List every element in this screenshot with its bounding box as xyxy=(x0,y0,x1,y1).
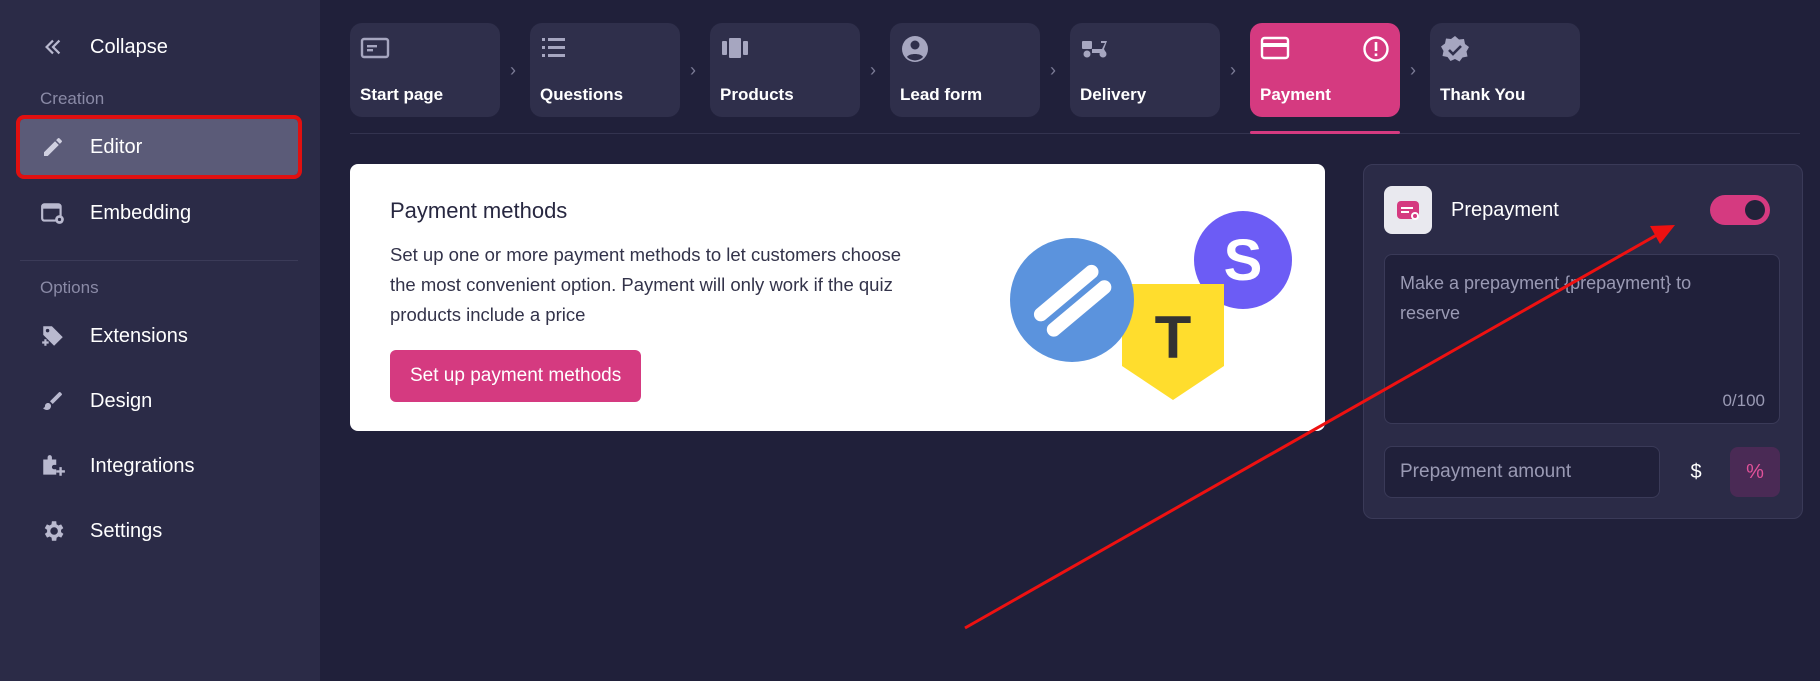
collapse-label: Collapse xyxy=(90,35,168,58)
section-options-heading: Options xyxy=(40,278,99,297)
pencil-icon xyxy=(38,132,68,162)
prepayment-message-text: Make a prepayment {prepayment} to reserv… xyxy=(1400,273,1692,323)
step-tab-questions[interactable]: Questions xyxy=(530,23,680,117)
verified-badge-icon xyxy=(1440,35,1470,63)
chevron-right-icon: › xyxy=(690,60,696,80)
chevron-right-icon: › xyxy=(1410,60,1416,80)
chevron-right-icon: › xyxy=(870,60,876,80)
sidebar-item-embedding[interactable]: Embedding xyxy=(20,185,298,241)
payment-methods-card: Payment methods Set up one or more payme… xyxy=(350,164,1325,431)
step-tab-products[interactable]: Products xyxy=(710,23,860,117)
step-label: Payment xyxy=(1260,85,1331,104)
collapse-button[interactable]: Collapse xyxy=(20,19,298,75)
prepayment-title: Prepayment xyxy=(1451,199,1559,221)
prepayment-amount-input[interactable]: Prepayment amount xyxy=(1384,446,1660,498)
brush-icon xyxy=(38,386,68,416)
sidebar-item-label: Design xyxy=(90,389,153,412)
sidebar-item-label: Editor xyxy=(90,135,143,158)
sidebar-item-label: Embedding xyxy=(90,201,192,224)
sidebar-item-label: Settings xyxy=(90,519,163,542)
sidebar-item-extensions[interactable]: Extensions xyxy=(20,308,298,364)
user-circle-icon xyxy=(900,35,930,63)
payment-methods-description: Set up one or more payment methods to le… xyxy=(390,244,902,325)
products-icon xyxy=(720,35,750,63)
sidebar-item-editor[interactable]: Editor xyxy=(16,115,302,179)
prepayment-app-icon xyxy=(1384,186,1432,234)
section-creation-heading: Creation xyxy=(40,89,105,108)
chevron-right-icon: › xyxy=(1230,60,1236,80)
currency-dollar-button[interactable]: $ xyxy=(1671,447,1721,497)
integration-plus-icon xyxy=(38,451,68,481)
step-tab-lead-form[interactable]: Lead form xyxy=(890,23,1040,117)
character-counter: 0/100 xyxy=(1722,391,1765,410)
embed-window-icon xyxy=(38,198,68,228)
sidebar-item-integrations[interactable]: Integrations xyxy=(20,438,298,494)
step-tab-payment[interactable]: Payment xyxy=(1250,23,1400,117)
step-tab-thank-you[interactable]: Thank You xyxy=(1430,23,1580,117)
prepayment-toggle[interactable] xyxy=(1710,195,1770,225)
page-icon xyxy=(360,35,390,63)
gear-icon xyxy=(38,516,68,546)
card-icon xyxy=(1260,35,1290,63)
sidebar-item-settings[interactable]: Settings xyxy=(20,503,298,559)
step-label: Thank You xyxy=(1440,85,1526,104)
active-tab-indicator xyxy=(1250,131,1400,134)
step-tab-delivery[interactable]: Delivery xyxy=(1070,23,1220,117)
warning-icon xyxy=(1362,35,1390,63)
prepayment-message-textarea[interactable]: Make a prepayment {prepayment} to reserv… xyxy=(1384,254,1780,424)
sidebar-item-label: Extensions xyxy=(90,324,188,347)
double-chevron-left-icon xyxy=(38,32,68,62)
step-label: Lead form xyxy=(900,85,983,104)
step-tab-start-page[interactable]: Start page xyxy=(350,23,500,117)
step-label: Start page xyxy=(360,85,444,104)
t-logo-letter: T xyxy=(1155,304,1192,371)
step-label: Products xyxy=(720,85,794,104)
tabs-divider xyxy=(350,133,1800,134)
chevron-right-icon: › xyxy=(1050,60,1056,80)
chevron-right-icon: › xyxy=(510,60,516,80)
step-label: Delivery xyxy=(1080,85,1147,104)
sidebar-item-label: Integrations xyxy=(90,454,195,477)
sidebar-item-design[interactable]: Design xyxy=(20,373,298,429)
toggle-knob xyxy=(1745,200,1765,220)
setup-payment-methods-button[interactable]: Set up payment methods xyxy=(390,350,642,402)
step-label: Questions xyxy=(540,85,624,104)
list-icon xyxy=(540,35,570,63)
puzzle-icon xyxy=(38,321,68,351)
payment-methods-title: Payment methods xyxy=(390,198,568,223)
payment-logos-illustration: S T xyxy=(1010,211,1292,400)
prepayment-panel: Prepayment Make a prepayment {prepayment… xyxy=(1363,164,1803,519)
percent-button[interactable]: % xyxy=(1730,447,1780,497)
sidebar-divider xyxy=(20,260,298,261)
scooter-icon xyxy=(1080,35,1110,63)
s-logo-letter: S xyxy=(1224,228,1263,293)
sidebar: Collapse Creation Editor Embedding Optio… xyxy=(0,0,320,681)
